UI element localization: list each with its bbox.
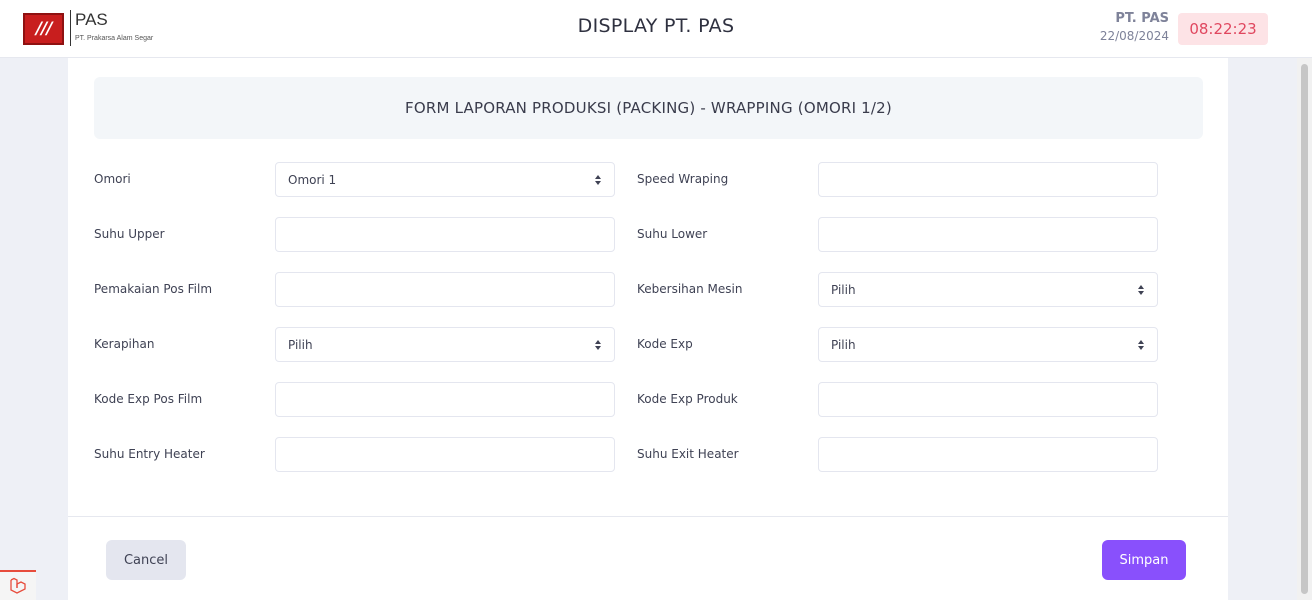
kode-exp-produk-input[interactable] [818,382,1158,417]
label-suhu-entry-heater: Suhu Entry Heater [94,447,205,461]
suhu-exit-heater-input[interactable] [818,437,1158,472]
label-suhu-exit-heater: Suhu Exit Heater [637,447,739,461]
suhu-entry-heater-input[interactable] [275,437,615,472]
form-heading: FORM LAPORAN PRODUKSI (PACKING) - WRAPPI… [94,77,1203,139]
cancel-button[interactable]: Cancel [106,540,186,580]
omori-select[interactable]: Omori 1 [275,162,615,197]
kode-exp-pos-film-input[interactable] [275,382,615,417]
label-kode-exp: Kode Exp [637,337,693,351]
footer-divider [68,516,1228,517]
select-caret-icon [595,340,601,350]
kebersihan-mesin-select-value: Pilih [831,282,856,297]
label-kebersihan-mesin: Kebersihan Mesin [637,282,743,296]
save-button[interactable]: Simpan [1102,540,1186,580]
label-omori: Omori [94,172,131,186]
current-date: 22/08/2024 [1099,29,1169,43]
top-bar: /// PAS PT. Prakarsa Alam Segar DISPLAY … [0,0,1312,58]
logo-subtitle: PT. Prakarsa Alam Segar [75,35,154,42]
company-name: PT. PAS [1115,11,1169,26]
omori-select-value: Omori 1 [288,172,337,187]
kebersihan-mesin-select[interactable]: Pilih [818,272,1158,307]
label-pemakaian-pos-film: Pemakaian Pos Film [94,282,213,296]
select-caret-icon [1138,285,1144,295]
page-title: DISPLAY PT. PAS [577,15,735,37]
company-logo[interactable]: /// [23,13,64,45]
suhu-lower-input[interactable] [818,217,1158,252]
clock-badge: 08:22:23 [1178,13,1268,45]
kode-exp-select[interactable]: Pilih [818,327,1158,362]
label-kode-exp-pos-film: Kode Exp Pos Film [94,392,203,406]
pemakaian-pos-film-input[interactable] [275,272,615,307]
vertical-scrollbar[interactable] [1297,58,1312,600]
logo-name: PAS [75,10,108,29]
kerapihan-select-value: Pilih [288,337,313,352]
label-suhu-lower: Suhu Lower [637,227,708,241]
kode-exp-select-value: Pilih [831,337,856,352]
kerapihan-select[interactable]: Pilih [275,327,615,362]
select-caret-icon [1138,340,1144,350]
label-speed-wraping: Speed Wraping [637,172,729,186]
label-suhu-upper: Suhu Upper [94,227,165,241]
label-kerapihan: Kerapihan [94,337,155,351]
speed-wraping-input[interactable] [818,162,1158,197]
scrollbar-thumb[interactable] [1301,64,1308,594]
form-card: FORM LAPORAN PRODUKSI (PACKING) - WRAPPI… [68,58,1228,600]
select-caret-icon [595,175,601,185]
suhu-upper-input[interactable] [275,217,615,252]
logo-divider [70,10,71,46]
laravel-icon[interactable] [0,570,36,600]
label-kode-exp-produk: Kode Exp Produk [637,392,738,406]
laravel-logo-shape [10,577,26,594]
